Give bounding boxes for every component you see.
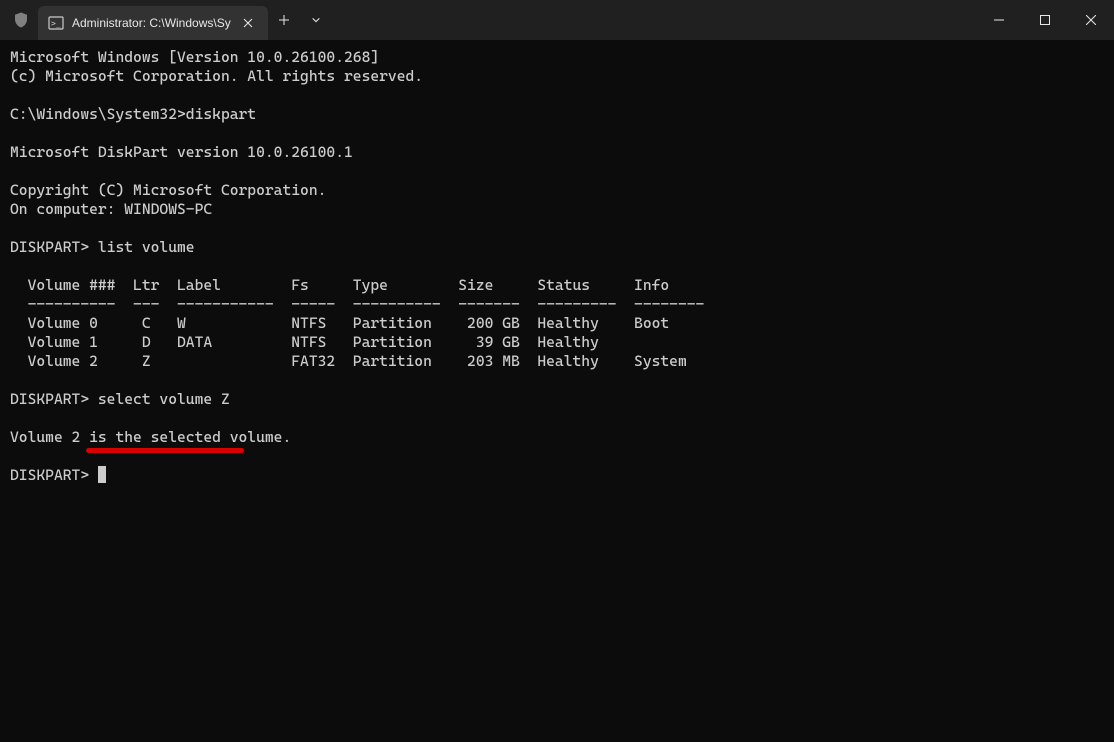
diskpart-prompt: DISKPART> (10, 390, 98, 408)
diskpart-prompt: DISKPART> (10, 466, 98, 484)
terminal-output[interactable]: Microsoft Windows [Version 10.0.26100.26… (0, 40, 1114, 742)
close-button[interactable] (1068, 0, 1114, 40)
volume-table-row-2: Volume 2 Z FAT32 Partition 203 MB Health… (10, 352, 687, 370)
titlebar: >_ Administrator: C:\Windows\Sy (0, 0, 1114, 40)
tab-title: Administrator: C:\Windows\Sy (72, 16, 238, 30)
tab-dropdown-button[interactable] (300, 4, 332, 36)
cmd-icon: >_ (48, 15, 64, 31)
minimize-button[interactable] (976, 0, 1022, 40)
os-copyright-line: (c) Microsoft Corporation. All rights re… (10, 67, 423, 85)
new-tab-button[interactable] (268, 4, 300, 36)
cmd-input-select-volume: select volume Z (98, 390, 230, 408)
diskpart-computer-line: On computer: WINDOWS-PC (10, 200, 212, 218)
volume-table-separator: ---------- --- ----------- ----- -------… (10, 295, 704, 313)
window-controls (976, 0, 1114, 40)
select-volume-result: Volume 2 is the selected volume. (10, 428, 291, 446)
cmd-input-diskpart: diskpart (186, 105, 256, 123)
diskpart-prompt: DISKPART> (10, 238, 98, 256)
cmd-prompt-path: C:\Windows\System32> (10, 105, 186, 123)
volume-table-header: Volume ### Ltr Label Fs Type Size Status… (10, 276, 669, 294)
cmd-input-list-volume: list volume (98, 238, 195, 256)
os-header-line: Microsoft Windows [Version 10.0.26100.26… (10, 48, 379, 66)
volume-table-row-1: Volume 1 D DATA NTFS Partition 39 GB Hea… (10, 333, 599, 351)
annotation-underline (86, 448, 244, 453)
diskpart-version-line: Microsoft DiskPart version 10.0.26100.1 (10, 143, 353, 161)
maximize-button[interactable] (1022, 0, 1068, 40)
svg-text:>_: >_ (51, 19, 61, 28)
tab-close-button[interactable] (238, 13, 258, 33)
tab-active[interactable]: >_ Administrator: C:\Windows\Sy (38, 6, 268, 40)
volume-table-row-0: Volume 0 C W NTFS Partition 200 GB Healt… (10, 314, 669, 332)
terminal-cursor (98, 466, 106, 483)
diskpart-copyright-line: Copyright (C) Microsoft Corporation. (10, 181, 326, 199)
uac-shield-icon (12, 11, 30, 29)
